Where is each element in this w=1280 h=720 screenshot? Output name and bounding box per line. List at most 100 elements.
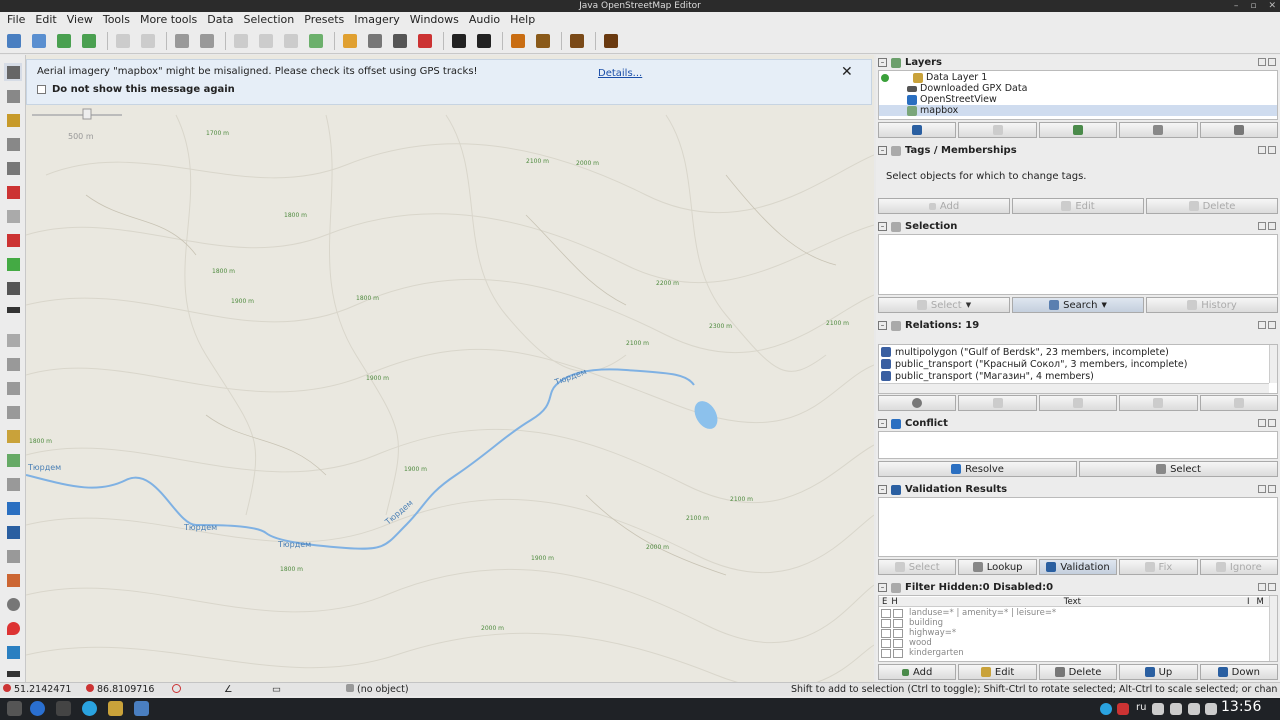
detach-icon[interactable] xyxy=(1258,419,1266,427)
delete-relation-button[interactable] xyxy=(1119,395,1198,411)
vertical-scrollbar[interactable] xyxy=(1269,345,1277,383)
edit-tag-button[interactable]: Edit xyxy=(1012,198,1144,214)
move-filter-down-button[interactable]: Down xyxy=(1199,664,1279,680)
toggle-map-paint-dialog[interactable] xyxy=(4,475,22,493)
preset-path-button[interactable] xyxy=(389,30,411,52)
display-icon[interactable] xyxy=(1170,703,1182,715)
edit-relation-button[interactable] xyxy=(958,395,1037,411)
hide-checkbox[interactable] xyxy=(893,608,903,618)
browser-icon[interactable] xyxy=(30,701,45,716)
preset-bus-button[interactable] xyxy=(473,30,495,52)
relation-item[interactable]: public_transport ("Красный Сокол", 3 mem… xyxy=(881,358,1187,370)
minimize-button[interactable]: – xyxy=(1234,0,1239,12)
toggle-changeset-dialog[interactable] xyxy=(4,571,22,589)
josm-icon[interactable] xyxy=(108,701,123,716)
close-icon[interactable]: ✕ xyxy=(841,64,853,80)
vertical-scrollbar[interactable] xyxy=(1269,596,1277,661)
toggle-layers-dialog[interactable] xyxy=(4,331,22,349)
history-button[interactable]: History xyxy=(1146,297,1278,313)
enabled-checkbox[interactable] xyxy=(881,648,891,658)
filter-row[interactable]: building xyxy=(879,618,1269,628)
relation-item[interactable]: multipolygon ("Gulf of Berdsk", 23 membe… xyxy=(881,346,1169,358)
relation-item[interactable]: public_transport ("Магазин", 4 members) xyxy=(881,370,1094,382)
menu-file[interactable]: File xyxy=(2,12,30,28)
zoom-tool[interactable] xyxy=(4,135,22,153)
menu-data[interactable]: Data xyxy=(202,12,238,28)
menu-tools[interactable]: Tools xyxy=(98,12,135,28)
collapse-toggle[interactable]: – xyxy=(878,485,887,494)
download-button[interactable] xyxy=(53,30,75,52)
layers-panel-header[interactable]: – Layers xyxy=(878,56,1278,69)
enabled-checkbox[interactable] xyxy=(881,628,891,638)
detach-icon[interactable] xyxy=(1258,321,1266,329)
toggle-relations-dialog[interactable] xyxy=(4,403,22,421)
menu-imagery[interactable]: Imagery xyxy=(349,12,404,28)
layer-gpx[interactable]: Downloaded GPX Data xyxy=(907,83,1027,94)
toggle-history-dialog[interactable] xyxy=(4,427,22,445)
lasso-tool[interactable] xyxy=(4,87,22,105)
collapse-toggle[interactable]: – xyxy=(878,583,887,592)
new-relation-button[interactable] xyxy=(878,395,957,411)
terminal-icon[interactable] xyxy=(56,701,71,716)
apps-grid-icon[interactable] xyxy=(7,701,22,716)
toggle-settings-dialog[interactable] xyxy=(4,595,22,613)
delete-tag-button[interactable]: Delete xyxy=(1146,198,1278,214)
enabled-checkbox[interactable] xyxy=(881,618,891,628)
dont-show-again-checkbox[interactable]: Do not show this message again xyxy=(37,84,235,95)
more-tools-toggle[interactable] xyxy=(4,301,22,319)
building-tool[interactable] xyxy=(4,279,22,297)
map-view[interactable]: Тюрдем Тюрдем Тюрдем Тюрдем Тюрдем 1700 … xyxy=(26,55,874,682)
close-icon[interactable] xyxy=(1268,58,1276,66)
column-header-h[interactable]: H xyxy=(891,597,897,607)
menu-help[interactable]: Help xyxy=(505,12,540,28)
clipboard-icon[interactable] xyxy=(1188,703,1200,715)
close-icon[interactable] xyxy=(1268,146,1276,154)
edit-filter-button[interactable]: Edit xyxy=(958,664,1037,680)
selection-panel-header[interactable]: – Selection xyxy=(878,220,1278,233)
hide-checkbox[interactable] xyxy=(893,618,903,628)
menu-windows[interactable]: Windows xyxy=(405,12,464,28)
window-icon[interactable] xyxy=(134,701,149,716)
close-icon[interactable] xyxy=(1268,485,1276,493)
layer-openstreetview[interactable]: OpenStreetView xyxy=(907,94,997,105)
detach-icon[interactable] xyxy=(1258,58,1266,66)
toggle-filter-dialog[interactable] xyxy=(4,547,22,565)
toggle-selection-dialog[interactable] xyxy=(4,379,22,397)
toggle-notes-dialog[interactable] xyxy=(4,619,22,637)
resolve-button[interactable]: Resolve xyxy=(878,461,1077,477)
toggle-imagery-dialog[interactable] xyxy=(4,451,22,469)
extrude-tool[interactable] xyxy=(4,255,22,273)
horizontal-scrollbar[interactable] xyxy=(879,383,1269,393)
close-icon[interactable] xyxy=(1268,583,1276,591)
relations-panel-header[interactable]: – Relations: 19 xyxy=(878,319,1278,332)
toggle-validation-dialog[interactable] xyxy=(4,523,22,541)
conflict-select-button[interactable]: Select xyxy=(1079,461,1278,477)
detach-icon[interactable] xyxy=(1258,583,1266,591)
open-file-button[interactable] xyxy=(3,30,25,52)
add-filter-button[interactable]: Add xyxy=(878,664,957,680)
validation-button[interactable]: Validation xyxy=(1038,559,1118,575)
keyboard-layout[interactable]: ru xyxy=(1136,702,1146,713)
preset-track-button[interactable] xyxy=(364,30,386,52)
refresh-button[interactable] xyxy=(280,30,302,52)
filter-row[interactable]: wood xyxy=(879,638,1269,648)
close-icon[interactable] xyxy=(1268,321,1276,329)
enabled-checkbox[interactable] xyxy=(881,638,891,648)
activate-layer-button[interactable] xyxy=(1038,122,1118,138)
preset-restaurant-button[interactable] xyxy=(532,30,554,52)
ignore-button[interactable]: Ignore xyxy=(1199,559,1279,575)
upload-button[interactable] xyxy=(78,30,100,52)
menu-more-tools[interactable]: More tools xyxy=(135,12,202,28)
save-button[interactable] xyxy=(28,30,50,52)
detach-icon[interactable] xyxy=(1258,222,1266,230)
close-icon[interactable] xyxy=(1268,419,1276,427)
filter-row[interactable]: landuse=* | amenity=* | leisure=* xyxy=(879,608,1269,618)
volume-icon[interactable] xyxy=(1205,703,1217,715)
checkbox-box[interactable] xyxy=(37,85,46,94)
toggle-mapillary-dialog[interactable] xyxy=(4,643,22,661)
wifi-icon[interactable] xyxy=(1152,703,1164,715)
toggle-tags-dialog[interactable] xyxy=(4,355,22,373)
preset-road-button[interactable] xyxy=(339,30,361,52)
preferences-button[interactable] xyxy=(196,30,218,52)
enabled-checkbox[interactable] xyxy=(881,608,891,618)
